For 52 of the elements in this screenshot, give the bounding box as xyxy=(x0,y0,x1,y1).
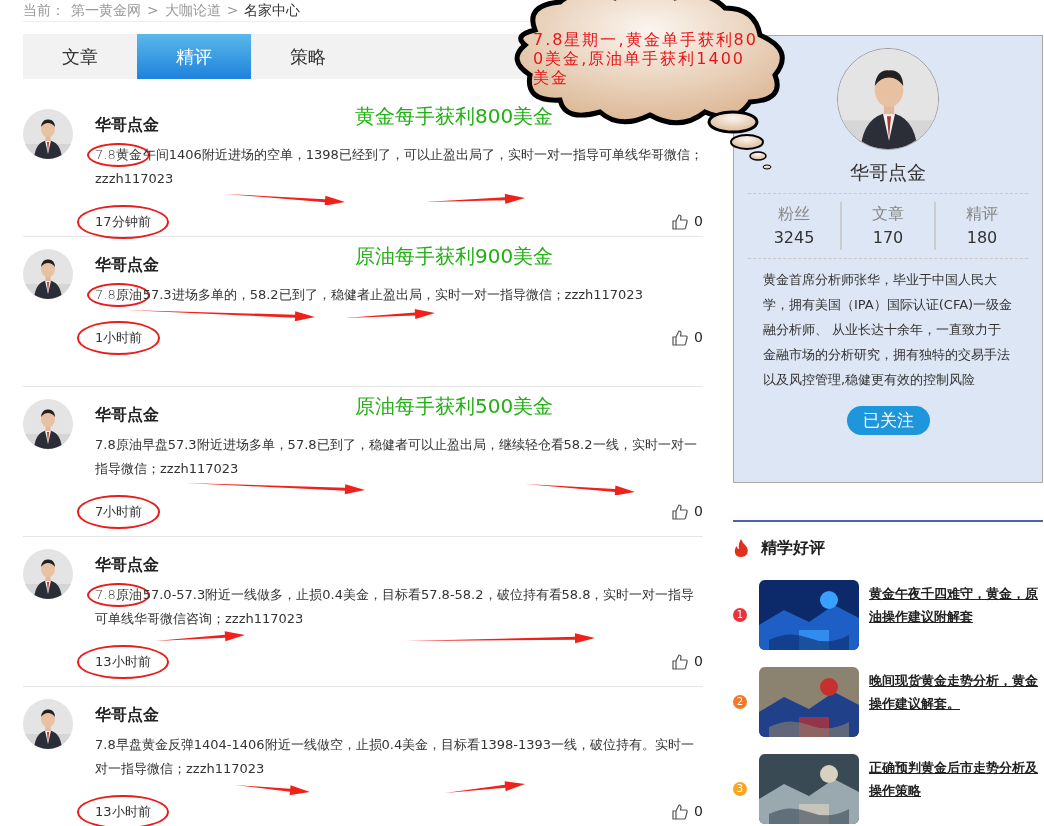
thumbs-up-icon xyxy=(672,329,689,346)
thumbs-up-icon xyxy=(672,803,689,820)
rank-badge: 1 xyxy=(733,608,747,622)
post-time: 13小时前 xyxy=(77,645,169,679)
thumbs-up-icon xyxy=(672,213,689,230)
article-link[interactable]: 正确预判黄金后市走势分析及操作策略 xyxy=(869,756,1043,802)
post-text: 7.8早盘黄金反弹1404-1406附近一线做空，止损0.4美金，目标看1398-1393一线，破位持有。实时一对一指导微信；zzzh117023 xyxy=(94,736,696,778)
like-button[interactable]: 0 xyxy=(672,801,703,823)
flame-icon xyxy=(733,539,749,557)
author-name[interactable]: 华哥点金 xyxy=(95,553,355,577)
like-count: 0 xyxy=(694,652,703,672)
stat-label: 文章 xyxy=(871,202,905,225)
like-button[interactable]: 0 xyxy=(672,327,703,349)
stat-value: 3245 xyxy=(772,226,816,249)
post-time: 13小时前 xyxy=(77,795,169,826)
profile-name: 华哥点金 xyxy=(850,160,926,185)
callout-text: 7.8星期一,黄金单手获利800美金,原油单手获利1400美金 xyxy=(533,30,758,87)
tab[interactable]: 文章 xyxy=(23,34,137,79)
article-link[interactable]: 黄金午夜千四难守，黄金，原油操作建议附解套 xyxy=(869,582,1043,628)
rank-badge: 3 xyxy=(733,782,747,796)
stat-label: 粉丝 xyxy=(777,202,811,225)
author-name[interactable]: 华哥点金 xyxy=(95,253,355,277)
like-count: 0 xyxy=(694,212,703,232)
author-name[interactable]: 华哥点金 xyxy=(95,113,355,137)
annotation-text: 黄金每手获利800美金 xyxy=(355,103,554,130)
thumbs-up-icon xyxy=(672,653,689,670)
stat-label: 精评 xyxy=(965,202,999,225)
breadcrumb-separator: > xyxy=(226,1,239,20)
like-button[interactable]: 0 xyxy=(672,651,703,673)
like-count: 0 xyxy=(694,502,703,522)
article-link[interactable]: 晚间现货黄金走势分析，黄金操作建议解套。 xyxy=(869,669,1043,715)
author-name[interactable]: 华哥点金 xyxy=(95,703,355,727)
post-time: 17分钟前 xyxy=(77,205,169,239)
tab[interactable]: 策略 xyxy=(251,34,365,79)
post-text: 7.8原油早盘57.3附近进场多单，57.8已到了，稳健者可以止盈出局，继续轻仓看58.2一线，实时一对一指导微信；zzzh117023 xyxy=(94,436,698,478)
author-name[interactable]: 华哥点金 xyxy=(95,403,355,427)
annotation-text: 原油每手获利500美金 xyxy=(355,393,554,420)
profile-bio: 黄金首席分析师张华，毕业于中国人民大学，拥有美国（IPA）国际认证(CFA)一级金融分析师、 从业长达十余年，一直致力于金融市场的分析研究，拥有独特的交易手法以及风控管理,稳健更有效的控制风险 xyxy=(763,270,1013,389)
like-count: 0 xyxy=(694,802,703,822)
stat-value: 170 xyxy=(871,226,905,249)
annotation-text: 原油每手获利900美金 xyxy=(355,243,554,270)
breadcrumb-label: 当前： xyxy=(23,1,65,20)
rank-badge: 2 xyxy=(733,695,747,709)
section-title: 精学好评 xyxy=(761,537,825,559)
breadcrumb-separator: > xyxy=(147,1,159,20)
thumbs-up-icon xyxy=(672,503,689,520)
like-button[interactable]: 0 xyxy=(672,501,703,523)
stat-value: 180 xyxy=(965,226,999,249)
like-button[interactable]: 0 xyxy=(672,211,703,233)
post-time: 7小时前 xyxy=(77,495,161,529)
post-time: 1小时前 xyxy=(77,321,161,355)
like-count: 0 xyxy=(694,328,703,348)
